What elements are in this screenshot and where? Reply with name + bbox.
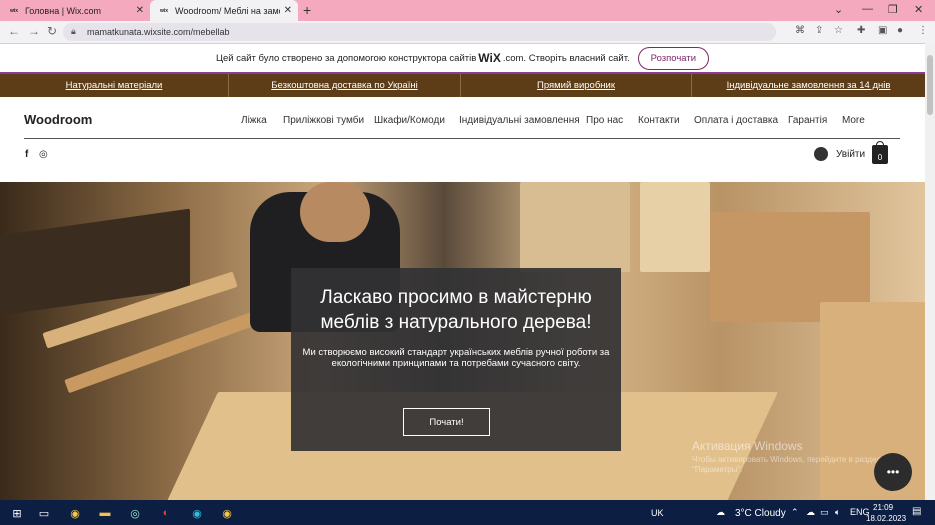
login-label: Увійти [836,148,866,160]
page-scrollbar[interactable] [925,43,935,500]
close-tab-icon[interactable]: ✕ [284,5,292,16]
red-app-icon[interactable]: ◐ [158,505,174,521]
weather-text[interactable]: 3°C Cloudy [735,508,786,519]
chat-icon[interactable]: ••• [874,453,912,491]
forward-icon[interactable]: → [28,24,40,38]
file-explorer-icon[interactable]: ▬ [97,505,113,521]
login-button[interactable]: Увійти [814,147,865,161]
wix-banner-text-after: .com. Створіть власний сайт. [502,52,630,64]
back-icon[interactable]: ← [8,24,20,38]
tab-woodroom[interactable]: wix Woodroom/ Меблі на замовлен ✕ [150,0,298,21]
notifications-icon[interactable]: ▤ [912,506,921,517]
address-toolbar: ← → ↻ 🔒︎ mamatkunata.wixsite.com/mebella… [0,21,935,43]
promo-bar: Натуральні матеріали Безкоштовна доставк… [0,72,925,97]
nav-wardrobes[interactable]: Шкафи/Комоди [374,115,445,126]
promo-direct-manufacturer[interactable]: Прямий виробник [461,74,692,97]
eye-app-icon[interactable]: ◎ [127,505,143,521]
nav-beds[interactable]: Ліжка [241,115,267,126]
tab-search-icon[interactable]: ⌄ [834,3,843,16]
browser-tab-bar: wix Головна | Wix.com ✕ wix Woodroom/ Ме… [0,0,935,21]
nav-warranty[interactable]: Гарантія [788,115,827,126]
avatar-icon [814,147,828,161]
promo-natural-materials[interactable]: Натуральні матеріали [0,74,229,97]
nav-more[interactable]: More [842,115,865,126]
minimize-icon[interactable]: — [862,3,873,15]
wix-favicon-icon: wix [9,7,19,14]
volume-icon[interactable]: 🔈︎ [835,507,840,518]
share-icon[interactable]: ⇪ [815,25,823,36]
activation-watermark-title: Активация Windows [692,439,803,453]
lock-icon: 🔒︎ [71,26,76,36]
start-now-button[interactable]: Почати! [403,408,490,436]
maximize-icon[interactable]: ❐ [888,3,898,16]
extensions-icon[interactable]: ✚ [857,25,865,36]
input-language[interactable]: UK [651,508,664,518]
close-tab-icon[interactable]: ✕ [136,5,144,16]
telegram-icon[interactable]: ◉ [189,505,205,521]
translate-icon[interactable]: ⌘ [795,25,805,36]
site-logo[interactable]: Woodroom [24,112,92,127]
onedrive-icon[interactable]: ☁ [806,507,815,518]
promo-custom-order[interactable]: Індивідуальне замовлення за 14 днів [692,74,925,97]
url-text: mamatkunata.wixsite.com/mebellab [87,27,230,37]
profile-icon[interactable]: ● [897,25,903,36]
close-window-icon[interactable]: ✕ [914,3,923,16]
bookmark-star-icon[interactable]: ☆ [834,25,843,36]
menu-icon[interactable]: ⋮ [918,25,928,36]
reload-icon[interactable]: ↻ [47,24,57,38]
header-divider [24,138,900,139]
tab-title: Woodroom/ Меблі на замовлен [175,5,280,16]
battery-icon[interactable]: ▭ [820,507,829,518]
cart-icon[interactable]: 0 [872,141,888,164]
address-input[interactable]: 🔒︎ mamatkunata.wixsite.com/mebellab [63,23,776,41]
wix-favicon-icon: wix [159,7,169,14]
wix-logo: WiX [478,51,501,65]
cart-count: 0 [877,153,883,162]
nav-payment-delivery[interactable]: Оплата і доставка [694,115,778,126]
nav-about[interactable]: Про нас [586,115,623,126]
instagram-icon[interactable]: ◎ [39,149,48,160]
weather-icon[interactable]: ☁ [716,507,725,518]
windows-taskbar: ⊞ ▭ ◉ ▬ ◎ ◐ ◉ ◉ UK ☁ 3°C Cloudy ⌃ ☁ ▭ 🔈︎… [0,500,935,525]
promo-free-delivery[interactable]: Безкоштовна доставка по Україні [229,74,461,97]
chrome-active-icon[interactable]: ◉ [219,505,235,521]
start-button[interactable]: Розпочати [637,46,710,70]
scrollbar-thumb[interactable] [927,55,933,115]
side-panel-icon[interactable]: ▣ [878,25,887,36]
wix-banner-text: Цей сайт було створено за допомогою конс… [215,52,477,64]
nav-contacts[interactable]: Контакти [638,115,680,126]
task-view-icon[interactable]: ▭ [36,505,52,521]
tab-title: Головна | Wix.com [25,5,102,16]
nav-nightstands[interactable]: Приліжкові тумби [283,115,364,126]
windows-start-icon[interactable]: ⊞ [9,505,25,521]
facebook-icon[interactable]: f [25,149,28,160]
hero-title: Ласкаво просимо в майстерню меблів з нат… [320,287,592,333]
clock-time[interactable]: 21:09 [873,503,893,512]
chrome-icon[interactable]: ◉ [67,505,83,521]
wix-banner: Цей сайт було створено за допомогою конс… [0,43,925,72]
tab-wix-home[interactable]: wix Головна | Wix.com ✕ [0,0,150,21]
new-tab-icon[interactable]: + [303,2,311,18]
tray-chevron-icon[interactable]: ⌃ [791,507,799,518]
nav-custom-orders[interactable]: Індивідуальні замовлення [459,115,580,126]
hero-description: Ми створюємо високий стандарт українськи… [302,347,610,369]
clock-date[interactable]: 18.02.2023 [866,514,906,523]
activation-watermark-text: Чтобы активировать Windows, перейдите в … [692,455,881,474]
